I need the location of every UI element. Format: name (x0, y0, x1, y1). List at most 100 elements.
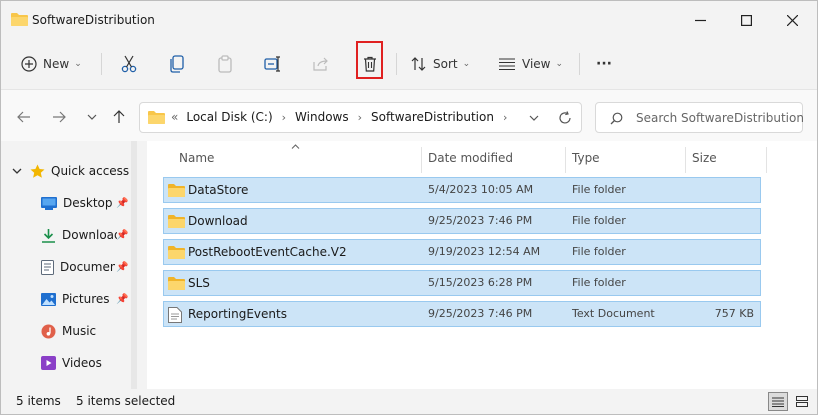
file-date: 9/25/2023 7:46 PM (428, 214, 533, 227)
sort-label: Sort (433, 57, 458, 71)
table-row[interactable]: DataStore 5/4/2023 10:05 AM File folder (163, 177, 761, 203)
sidebar-item-label: Documents (60, 260, 115, 274)
arrow-up-icon (113, 110, 125, 123)
cut-button[interactable] (117, 49, 141, 79)
view-list-icon (499, 58, 515, 71)
breadcrumb-windows[interactable]: Windows (295, 110, 349, 124)
pictures-icon (41, 292, 56, 306)
file-type: File folder (572, 214, 626, 227)
clipboard-icon (218, 55, 232, 73)
sidebar-item-desktop[interactable]: Desktop 📌 (1, 189, 131, 217)
star-icon (30, 164, 45, 178)
title-bar: SoftwareDistribution (1, 1, 817, 39)
arrow-right-icon (53, 111, 66, 123)
sidebar-item-documents[interactable]: Documents 📌 (1, 253, 131, 281)
column-divider[interactable] (766, 147, 767, 173)
scissors-icon (121, 55, 137, 73)
chevron-right-icon[interactable]: › (503, 111, 507, 124)
view-label: View (522, 57, 551, 71)
sidebar-item-videos[interactable]: Videos (1, 349, 131, 377)
file-name: DataStore (188, 183, 249, 197)
table-row[interactable]: ReportingEvents 9/25/2023 7:46 PM Text D… (163, 301, 761, 327)
sidebar-item-quick-access[interactable]: Quick access (1, 157, 131, 185)
sort-button[interactable]: Sort ⌄ (411, 49, 470, 79)
item-count: 5 items (16, 394, 61, 408)
new-button[interactable]: New ⌄ (21, 49, 82, 79)
column-divider[interactable] (565, 147, 566, 173)
column-divider[interactable] (421, 147, 422, 173)
plus-circle-icon (21, 56, 37, 72)
selected-count: 5 items selected (76, 394, 176, 408)
toolbar-divider (579, 53, 580, 75)
column-header-type[interactable]: Type (572, 151, 600, 165)
address-bar[interactable]: « Local Disk (C:) › Windows › SoftwareDi… (139, 102, 582, 133)
column-header-name[interactable]: Name (179, 151, 214, 165)
sidebar-item-music[interactable]: Music (1, 317, 131, 345)
forward-button[interactable] (48, 106, 70, 128)
file-name: Download (188, 214, 248, 228)
file-type: File folder (572, 245, 626, 258)
command-bar: New ⌄ Sort ⌄ View ⌄ ··· (1, 39, 817, 89)
table-row[interactable]: SLS 5/15/2023 6:28 PM File folder (163, 270, 761, 296)
share-button[interactable] (309, 49, 333, 79)
navigation-pane-scrollbar[interactable] (131, 141, 137, 389)
more-options-button[interactable]: ··· (593, 49, 615, 79)
breadcrumb-local-disk[interactable]: Local Disk (C:) (186, 110, 272, 124)
pin-icon: 📌 (116, 261, 129, 273)
delete-highlight-box (356, 41, 383, 79)
breadcrumb-overflow[interactable]: « (171, 110, 178, 124)
close-button[interactable] (769, 1, 815, 39)
back-button[interactable] (13, 106, 35, 128)
address-dropdown-button[interactable] (523, 108, 545, 128)
table-row[interactable]: Download 9/25/2023 7:46 PM File folder (163, 208, 761, 234)
chevron-down-icon[interactable] (12, 168, 22, 174)
folder-icon (168, 215, 185, 228)
file-type: File folder (572, 183, 626, 196)
up-button[interactable] (108, 106, 130, 128)
minimize-icon (694, 19, 706, 21)
arrow-left-icon (17, 111, 30, 123)
sidebar-item-label: Desktop (63, 196, 113, 210)
recent-locations-button[interactable] (81, 106, 103, 128)
folder-icon (11, 13, 28, 26)
view-button[interactable]: View ⌄ (498, 49, 563, 79)
navigation-pane: Quick access Desktop 📌 Downloads 📌 Docum… (1, 141, 141, 389)
chevron-down-icon: ⌄ (555, 59, 564, 69)
file-name: ReportingEvents (188, 307, 287, 321)
table-row[interactable]: PostRebootEventCache.V2 9/19/2023 12:54 … (163, 239, 761, 265)
document-icon (41, 259, 54, 275)
share-icon (313, 57, 328, 71)
column-header-size[interactable]: Size (692, 151, 717, 165)
folder-icon (168, 246, 185, 259)
chevron-right-icon[interactable]: › (282, 111, 286, 124)
column-divider[interactable] (685, 147, 686, 173)
column-header-date[interactable]: Date modified (428, 151, 513, 165)
paste-button[interactable] (213, 49, 237, 79)
file-name: PostRebootEventCache.V2 (188, 245, 347, 259)
maximize-button[interactable] (723, 1, 769, 39)
chevron-right-icon[interactable]: › (358, 111, 362, 124)
download-icon (42, 228, 55, 243)
search-input[interactable]: Search SoftwareDistribution (595, 102, 804, 133)
pin-icon: 📌 (116, 293, 129, 305)
sidebar-item-downloads[interactable]: Downloads 📌 (1, 221, 131, 249)
file-date: 9/25/2023 7:46 PM (428, 307, 533, 320)
breadcrumb-softwaredistribution[interactable]: SoftwareDistribution (371, 110, 494, 124)
chevron-down-icon: ⌄ (74, 59, 82, 69)
sidebar-item-label: Pictures (62, 292, 110, 306)
refresh-button[interactable] (554, 108, 576, 128)
minimize-button[interactable] (677, 1, 723, 39)
sidebar-item-label: Downloads (62, 228, 117, 242)
window-title: SoftwareDistribution (32, 13, 155, 27)
pin-icon: 📌 (116, 197, 129, 209)
details-view-button[interactable] (768, 392, 788, 411)
sidebar-item-pictures[interactable]: Pictures 📌 (1, 285, 131, 313)
file-date: 5/15/2023 6:28 PM (428, 276, 533, 289)
file-type: Text Document (572, 307, 655, 320)
copy-icon (170, 55, 184, 73)
copy-button[interactable] (165, 49, 189, 79)
rename-button[interactable] (261, 49, 285, 79)
tiles-view-button[interactable] (792, 392, 812, 411)
folder-icon (148, 111, 165, 124)
folder-icon (168, 184, 185, 197)
